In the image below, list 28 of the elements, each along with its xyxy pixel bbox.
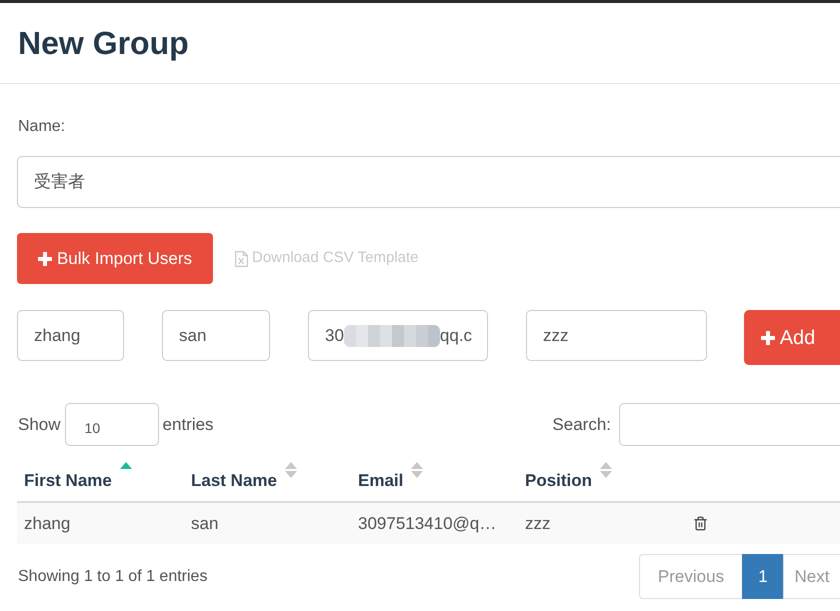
table-info: Showing 1 to 1 of 1 entries <box>17 566 208 586</box>
search-field[interactable] <box>619 403 840 446</box>
text-field[interactable]: zzz <box>526 310 707 361</box>
text-field[interactable]: zhang <box>17 310 124 361</box>
plus-icon <box>760 330 775 344</box>
table-cell: san <box>191 514 218 532</box>
entries-label: entries <box>162 414 214 436</box>
search-label: Search: <box>552 414 611 436</box>
page-size-select[interactable]: 10 <box>64 403 159 446</box>
plus-icon <box>38 252 52 266</box>
column-header[interactable]: Email <box>351 458 518 501</box>
add-button[interactable]: Add <box>744 310 840 365</box>
trash-icon[interactable] <box>693 515 708 532</box>
bulk-import-button[interactable]: Bulk Import Users <box>17 233 213 284</box>
table-cell: zzz <box>525 514 550 532</box>
table-cell: zhang <box>24 514 70 532</box>
column-header[interactable]: First Name <box>17 458 184 501</box>
text-field[interactable]: san <box>162 310 270 361</box>
name-label: Name: <box>17 117 66 137</box>
column-header[interactable]: Position <box>518 458 685 501</box>
page-title: New Group <box>18 27 189 59</box>
page-button[interactable]: 1 <box>742 554 784 599</box>
email-field[interactable]: 30 qq.c <box>308 310 488 361</box>
column-header[interactable]: Last Name <box>184 458 351 501</box>
table-cell: 3097513410@q… <box>358 514 496 532</box>
show-label: Show <box>17 414 61 436</box>
file-icon <box>235 250 248 266</box>
name-field[interactable]: 受害者 <box>17 156 840 208</box>
